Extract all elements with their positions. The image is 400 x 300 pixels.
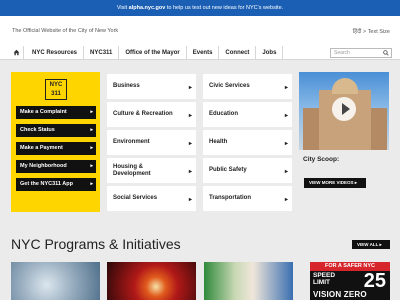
language-text-size[interactable]: हिंदी > Text Size: [353, 27, 390, 35]
category-label: Environment: [113, 139, 150, 145]
category-civic-services[interactable]: Civic Services ▶: [203, 74, 292, 99]
nav-item-events[interactable]: Events: [187, 45, 220, 60]
category-label: Transportation: [209, 195, 252, 201]
button-label: Check Status: [20, 127, 55, 133]
button-label: My Neighborhood: [20, 163, 67, 169]
search-input[interactable]: Search: [330, 48, 392, 58]
category-public-safety[interactable]: Public Safety ▶: [203, 158, 292, 183]
make-complaint-button[interactable]: Make a Complaint ▸: [16, 106, 96, 119]
home-icon: [13, 49, 20, 56]
speed-text: SPEED: [313, 272, 336, 279]
video-caption: City Scoop:: [303, 156, 340, 163]
category-transportation[interactable]: Transportation ▶: [203, 186, 292, 211]
arrow-right-icon: ▸: [90, 109, 93, 115]
arrow-right-icon: ▸: [354, 180, 358, 185]
category-health[interactable]: Health ▶: [203, 130, 292, 155]
view-all-button[interactable]: VIEW ALL ▸: [352, 240, 390, 249]
announcement-prefix: Visit: [116, 5, 129, 11]
make-payment-button[interactable]: Make a Payment ▸: [16, 142, 96, 155]
arrow-right-icon: ▶: [188, 112, 192, 117]
announcement-suffix: to help us test out new ideas for NYC's …: [165, 5, 284, 11]
category-label: Social Services: [113, 195, 158, 201]
nav-item-connect[interactable]: Connect: [219, 45, 257, 60]
programs-title: NYC Programs & Initiatives: [11, 236, 181, 252]
logo-line-2: 311: [51, 91, 61, 97]
program-thumbnail-3[interactable]: [204, 262, 293, 300]
category-education[interactable]: Education ▶: [203, 102, 292, 127]
search-placeholder: Search: [334, 50, 350, 56]
my-neighborhood-button[interactable]: My Neighborhood ▸: [16, 160, 96, 173]
vision-zero-thumbnail[interactable]: FOR A SAFER NYC SPEED LIMIT 25 VISION ZE…: [310, 262, 390, 300]
category-housing-development[interactable]: Housing & Development ▶: [107, 158, 196, 183]
city-scoop-video[interactable]: [299, 72, 389, 150]
category-business[interactable]: Business ▶: [107, 74, 196, 99]
nav-item-office-of-the-mayor[interactable]: Office of the Mayor: [119, 45, 187, 60]
arrow-right-icon: ▶: [188, 84, 192, 89]
category-label: Public Safety: [209, 167, 247, 173]
button-label: Get the NYC311 App: [20, 181, 73, 187]
arrow-right-icon: ▸: [90, 181, 93, 187]
arrow-right-icon: ▸: [90, 127, 93, 133]
category-label: Culture & Recreation: [113, 111, 173, 117]
site-header: The Official Website of the City of New …: [0, 16, 400, 46]
arrow-right-icon: ▸: [379, 242, 382, 247]
nyc311-logo[interactable]: NYC 311: [45, 79, 67, 100]
button-label: VIEW ALL: [357, 242, 379, 247]
arrow-right-icon: ▶: [284, 140, 288, 145]
site-tagline: The Official Website of the City of New …: [12, 28, 119, 34]
button-label: Make a Payment: [20, 145, 63, 151]
home-button[interactable]: [10, 45, 24, 60]
category-label: Business: [113, 83, 140, 89]
arrow-right-icon: ▸: [90, 163, 93, 169]
arrow-right-icon: ▶: [188, 196, 192, 201]
category-label: Health: [209, 139, 228, 145]
arrow-right-icon: ▶: [284, 196, 288, 201]
alpha-link[interactable]: alpha.nyc.gov: [129, 5, 166, 11]
button-label: VIEW MORE VIDEOS: [309, 180, 354, 185]
category-culture-recreation[interactable]: Culture & Recreation ▶: [107, 102, 196, 127]
logo-line-1: NYC: [49, 82, 63, 88]
category-social-services[interactable]: Social Services ▶: [107, 186, 196, 211]
arrow-right-icon: ▶: [284, 168, 288, 173]
program-thumbnail-2[interactable]: [107, 262, 196, 300]
category-environment[interactable]: Environment ▶: [107, 130, 196, 155]
announcement-bar: Visit alpha.nyc.gov to help us test out …: [0, 0, 400, 16]
arrow-right-icon: ▶: [188, 140, 192, 145]
arrow-right-icon: ▶: [284, 84, 288, 89]
button-label: Make a Complaint: [20, 109, 67, 115]
nav-item-nyc-resources[interactable]: NYC Resources: [26, 45, 85, 60]
speed-limit-text: SPEED LIMIT: [313, 272, 335, 286]
play-button[interactable]: [332, 97, 356, 121]
play-icon: [342, 103, 350, 115]
vision-zero-text: VISION ZERO: [313, 290, 367, 299]
limit-text: LIMIT: [313, 279, 330, 286]
category-label: Education: [209, 111, 239, 117]
category-label: Housing & Development: [113, 163, 151, 177]
arrow-right-icon: ▸: [90, 145, 93, 151]
get-app-button[interactable]: Get the NYC311 App ▸: [16, 178, 96, 191]
view-more-videos-button[interactable]: VIEW MORE VIDEOS ▸: [304, 178, 366, 188]
check-status-button[interactable]: Check Status ▸: [16, 124, 96, 137]
program-thumbnail-1[interactable]: [11, 262, 100, 300]
category-label: Civic Services: [209, 83, 250, 89]
nav-item-jobs[interactable]: Jobs: [256, 45, 284, 60]
arrow-right-icon: ▶: [284, 112, 288, 117]
city-hall-dome: [332, 78, 358, 94]
search-icon[interactable]: [383, 50, 389, 56]
nyc311-panel: NYC 311 Make a Complaint ▸ Check Status ▸ …: [11, 72, 100, 212]
arrow-right-icon: ▶: [188, 168, 192, 173]
nav-item-nyc311[interactable]: NYC311: [84, 45, 120, 60]
speed-number: 25: [363, 270, 386, 292]
main-nav: NYC Resources NYC311 Office of the Mayor…: [0, 45, 400, 60]
